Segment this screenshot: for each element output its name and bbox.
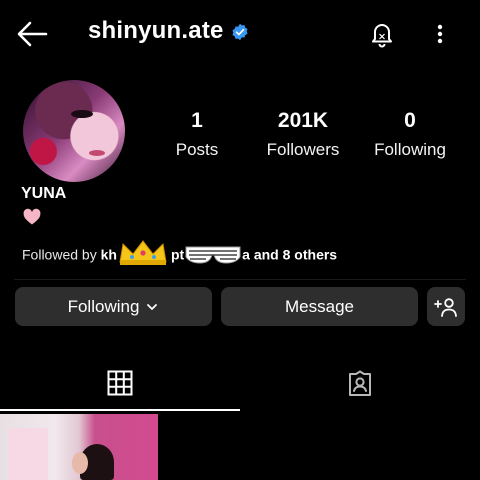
profile-username: shinyun.ate	[88, 17, 224, 44]
divider	[14, 279, 466, 280]
followed-by-suffix[interactable]: and 8 others	[254, 247, 337, 263]
followers-label: Followers	[266, 140, 340, 159]
active-tab-indicator	[0, 409, 240, 411]
notifications-button[interactable]	[367, 19, 397, 49]
posts-label: Posts	[175, 140, 219, 159]
add-user-icon	[434, 297, 457, 317]
avatar-lips	[89, 150, 105, 156]
follower-name-2-end: a	[242, 246, 250, 263]
heart-emoji-icon	[22, 207, 42, 227]
bell-icon	[372, 24, 392, 48]
thumbnail-wall-art	[8, 428, 48, 480]
follower-name-2[interactable]: pt	[171, 247, 184, 263]
shutter-shades-emoji-icon	[184, 243, 242, 265]
back-button[interactable]	[14, 18, 50, 50]
following-button-label: Following	[67, 296, 140, 316]
tab-posts-grid[interactable]	[0, 358, 240, 410]
following-button[interactable]: Following	[15, 287, 212, 326]
arrow-left-icon	[17, 21, 48, 47]
tab-tagged[interactable]	[240, 358, 480, 410]
more-options-button[interactable]	[432, 19, 448, 49]
following-label: Following	[374, 140, 446, 159]
display-name: YUNA	[21, 185, 67, 202]
post-thumbnail[interactable]	[0, 414, 158, 480]
message-button-label: Message	[285, 296, 354, 316]
followed-by-prefix: Followed by	[22, 246, 97, 263]
followed-by-text[interactable]: Followed by kh pt a and 8 others	[22, 240, 337, 266]
chevron-down-icon	[147, 303, 158, 310]
more-vertical-icon	[437, 24, 443, 44]
posts-stat[interactable]: 1 Posts	[147, 109, 247, 161]
posts-count: 1	[191, 109, 203, 132]
verified-badge-icon	[231, 23, 249, 41]
suggested-users-button[interactable]	[427, 287, 465, 326]
profile-avatar[interactable]	[23, 80, 125, 182]
grid-icon	[107, 370, 133, 396]
avatar-eye	[71, 110, 93, 118]
followers-stat[interactable]: 201K Followers	[253, 109, 353, 161]
thumbnail-person-face	[72, 452, 88, 474]
message-button[interactable]: Message	[221, 287, 418, 326]
tagged-person-icon	[349, 370, 371, 396]
follower-name-1[interactable]: kh	[101, 247, 117, 263]
crown-emoji-icon	[117, 238, 169, 266]
followers-count: 201K	[277, 109, 329, 132]
following-stat[interactable]: 0 Following	[360, 109, 460, 161]
following-count: 0	[404, 109, 416, 132]
